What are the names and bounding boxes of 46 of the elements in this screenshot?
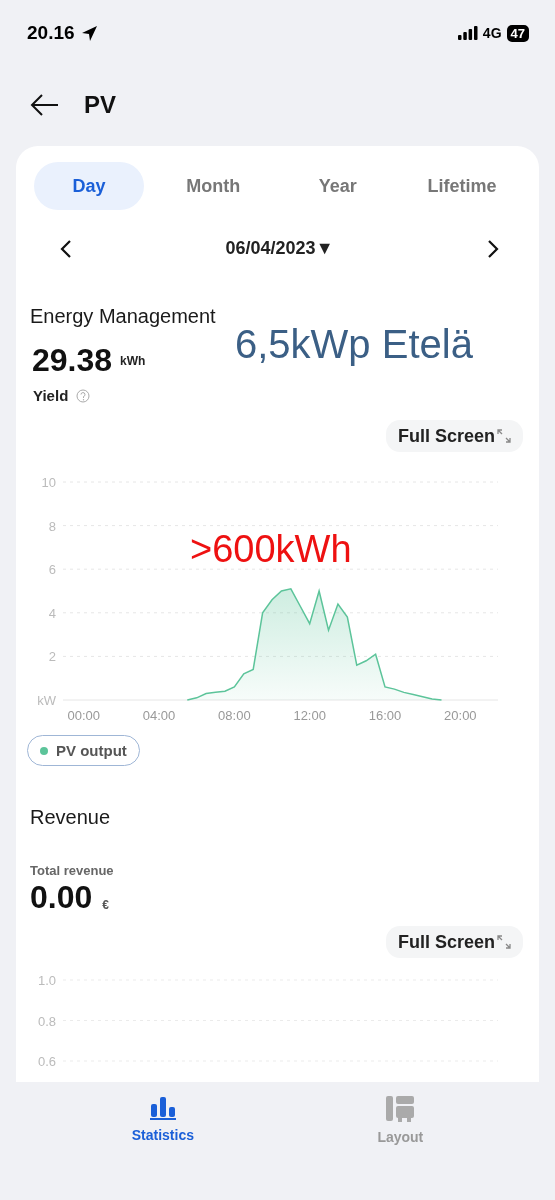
- y-axis-label: 8: [48, 518, 56, 534]
- y-axis-label: 10: [41, 475, 56, 490]
- period-tab[interactable]: Month: [158, 162, 269, 210]
- yield-label: Yield: [33, 387, 69, 404]
- x-axis-label: 08:00: [218, 708, 251, 723]
- unit-label: kWh: [120, 353, 146, 368]
- location-arrow-icon: [80, 24, 98, 42]
- y-axis-label: 2: [48, 649, 56, 665]
- x-axis-label: 12:00: [293, 708, 326, 723]
- expand-icon: [497, 429, 511, 443]
- nav-tab[interactable]: Statistics: [125, 1094, 200, 1146]
- period-tab[interactable]: Lifetime: [407, 162, 517, 210]
- previous-button[interactable]: [60, 238, 72, 259]
- clock: 20.16: [27, 22, 75, 44]
- expand-icon: [497, 935, 511, 950]
- bar-chart-icon: [148, 1095, 177, 1121]
- full-screen-button[interactable]: Full Screen: [385, 926, 523, 959]
- yield-value: 29.38: [32, 342, 113, 379]
- y-axis-label: 0.8: [37, 1013, 56, 1029]
- currency-label: €: [102, 898, 109, 913]
- y-axis-label: 0.6: [37, 1054, 56, 1070]
- page-title: PV: [84, 91, 116, 119]
- section-title: Revenue: [29, 806, 112, 830]
- back-button[interactable]: [30, 93, 60, 117]
- date-picker[interactable]: 06/04/2023▼: [225, 238, 334, 259]
- x-axis-label: 00:00: [67, 708, 100, 723]
- section-title: Energy Management: [29, 305, 217, 328]
- layout-icon: [385, 1095, 416, 1123]
- x-axis-label: 04:00: [142, 708, 176, 723]
- y-axis-label: 1.0: [37, 973, 56, 989]
- x-axis-label: 20:00: [444, 708, 477, 723]
- annotation-text: 6,5kWp Etelä: [235, 322, 473, 367]
- y-axis-label: 4: [48, 605, 56, 621]
- period-tab[interactable]: Day: [34, 162, 144, 210]
- annotation-text: >600kWh: [190, 528, 352, 571]
- x-axis-label: 16:00: [368, 708, 402, 723]
- revenue-value: 0.00: [30, 879, 93, 917]
- next-button[interactable]: [487, 238, 499, 259]
- revenue-label: Total revenue: [30, 863, 114, 879]
- signal-icon: [457, 26, 478, 40]
- y-axis-label: kW: [37, 693, 56, 708]
- battery-level: 47: [506, 24, 529, 42]
- y-axis-label: 6: [48, 562, 56, 578]
- period-tab[interactable]: Year: [282, 162, 393, 210]
- full-screen-button[interactable]: Full Screen: [385, 420, 523, 452]
- network-label: 4G: [482, 25, 502, 41]
